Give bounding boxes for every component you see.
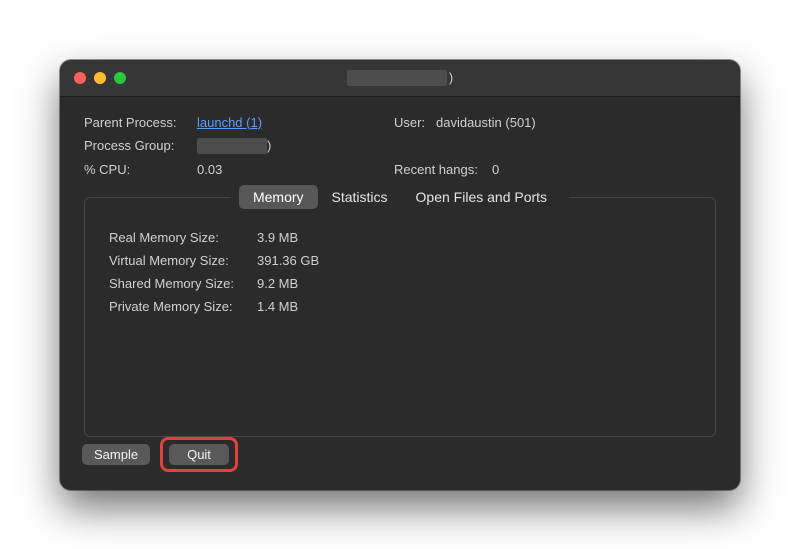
private-memory-value: 1.4 MB bbox=[257, 299, 298, 314]
content-panel: Memory Statistics Open Files and Ports R… bbox=[84, 197, 716, 437]
process-group-value: ) bbox=[197, 138, 271, 154]
process-group-suffix: ) bbox=[267, 138, 271, 153]
recent-hangs-label: Recent hangs: bbox=[394, 162, 492, 177]
quit-button[interactable]: Quit bbox=[169, 444, 229, 465]
cpu-label: % CPU: bbox=[84, 162, 197, 177]
table-row: Private Memory Size: 1.4 MB bbox=[109, 299, 691, 314]
memory-table: Real Memory Size: 3.9 MB Virtual Memory … bbox=[85, 226, 715, 326]
tab-statistics[interactable]: Statistics bbox=[318, 185, 402, 209]
titlebar: ) bbox=[60, 60, 740, 97]
window-title-suffix: ) bbox=[449, 70, 453, 85]
parent-process-label: Parent Process: bbox=[84, 115, 197, 130]
redacted-process-group bbox=[197, 138, 267, 154]
footer-buttons: Sample Quit bbox=[82, 437, 238, 472]
process-info-window: ) Parent Process: launchd (1) User: davi… bbox=[60, 60, 740, 490]
window-controls bbox=[74, 72, 126, 84]
close-icon[interactable] bbox=[74, 72, 86, 84]
shared-memory-value: 9.2 MB bbox=[257, 276, 298, 291]
virtual-memory-label: Virtual Memory Size: bbox=[109, 253, 257, 268]
real-memory-value: 3.9 MB bbox=[257, 230, 298, 245]
user-label: User: bbox=[394, 115, 436, 130]
table-row: Real Memory Size: 3.9 MB bbox=[109, 230, 691, 245]
recent-hangs-value: 0 bbox=[492, 162, 499, 177]
virtual-memory-value: 391.36 GB bbox=[257, 253, 319, 268]
minimize-icon[interactable] bbox=[94, 72, 106, 84]
cpu-value: 0.03 bbox=[197, 162, 222, 177]
shared-memory-label: Shared Memory Size: bbox=[109, 276, 257, 291]
sample-button[interactable]: Sample bbox=[82, 444, 150, 465]
process-group-label: Process Group: bbox=[84, 138, 197, 154]
quit-highlight: Quit bbox=[160, 437, 238, 472]
zoom-icon[interactable] bbox=[114, 72, 126, 84]
user-value: davidaustin (501) bbox=[436, 115, 536, 130]
real-memory-label: Real Memory Size: bbox=[109, 230, 257, 245]
tab-memory[interactable]: Memory bbox=[239, 185, 318, 209]
private-memory-label: Private Memory Size: bbox=[109, 299, 257, 314]
redacted-title bbox=[347, 70, 447, 86]
tab-bar: Memory Statistics Open Files and Ports bbox=[231, 185, 569, 209]
parent-process-link[interactable]: launchd (1) bbox=[197, 115, 262, 130]
tab-open-files[interactable]: Open Files and Ports bbox=[402, 185, 562, 209]
table-row: Virtual Memory Size: 391.36 GB bbox=[109, 253, 691, 268]
table-row: Shared Memory Size: 9.2 MB bbox=[109, 276, 691, 291]
window-title: ) bbox=[347, 70, 453, 86]
process-info: Parent Process: launchd (1) User: davida… bbox=[60, 97, 740, 193]
